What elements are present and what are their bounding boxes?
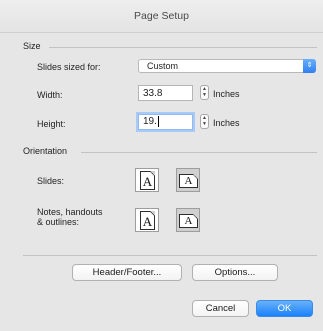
ok-button[interactable]: OK: [256, 300, 313, 317]
landscape-letter: A: [184, 215, 193, 227]
select-arrows-icon: ⇕: [303, 59, 316, 73]
height-unit: Inches: [213, 118, 240, 128]
bottom-divider: [23, 255, 317, 256]
height-field-value: 19.: [143, 116, 157, 127]
orientation-section-label: Orientation: [23, 146, 68, 156]
landscape-page-icon: A: [179, 214, 198, 228]
height-stepper[interactable]: ▲ ▼: [200, 114, 209, 129]
notes-portrait-button[interactable]: A: [135, 208, 159, 232]
width-stepper[interactable]: ▲ ▼: [200, 85, 209, 100]
portrait-page-icon: A: [140, 211, 155, 230]
title-bar: Page Setup: [0, 0, 323, 33]
landscape-page-icon: A: [179, 174, 198, 188]
orientation-section-divider: [81, 152, 317, 153]
notes-landscape-button[interactable]: A: [176, 208, 200, 232]
width-label: Width:: [37, 90, 63, 100]
slides-sized-for-value: Custom: [147, 61, 179, 71]
slides-landscape-button[interactable]: A: [176, 168, 200, 192]
cancel-button[interactable]: Cancel: [192, 300, 249, 317]
portrait-letter: A: [142, 214, 153, 229]
slides-sized-for-label: Slides sized for:: [37, 62, 101, 72]
size-section-divider: [49, 47, 317, 48]
notes-orientation-label: Notes, handouts & outlines:: [37, 207, 103, 227]
width-unit: Inches: [213, 89, 240, 99]
stepper-down-icon: ▼: [202, 92, 207, 98]
size-section-label: Size: [23, 41, 41, 51]
width-field[interactable]: [138, 85, 193, 101]
slides-portrait-button[interactable]: A: [135, 168, 159, 192]
slides-orientation-label: Slides:: [37, 176, 65, 186]
height-field[interactable]: 19.: [138, 114, 193, 130]
header-footer-button[interactable]: Header/Footer...: [72, 264, 182, 281]
notes-label-line2: & outlines:: [37, 217, 80, 227]
portrait-page-icon: A: [140, 171, 155, 190]
stepper-down-icon: ▼: [202, 121, 207, 127]
options-button[interactable]: Options...: [192, 264, 278, 281]
height-label: Height:: [37, 119, 66, 129]
window-title: Page Setup: [134, 10, 189, 22]
portrait-letter: A: [142, 174, 153, 189]
landscape-letter: A: [184, 175, 193, 187]
slides-sized-for-select[interactable]: Custom ⇕: [138, 59, 316, 73]
text-caret: [157, 116, 159, 127]
notes-label-line1: Notes, handouts: [37, 207, 103, 217]
